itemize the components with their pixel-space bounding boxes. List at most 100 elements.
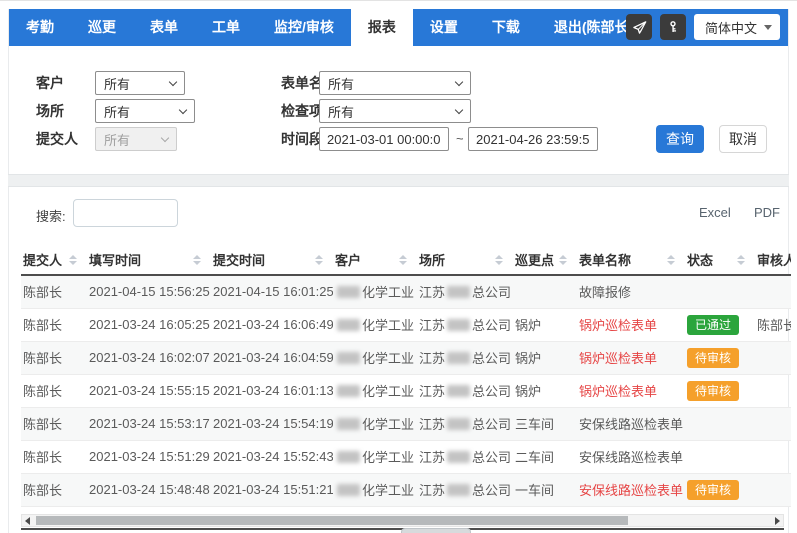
table-column-header[interactable]: 状态 — [685, 245, 755, 275]
query-button[interactable]: 查询 — [656, 125, 704, 153]
cell-patrol-point: 三车间 — [513, 407, 577, 440]
redacted-blur — [337, 385, 360, 397]
cancel-button[interactable]: 取消 — [719, 125, 767, 153]
nav-tab[interactable]: 巡更 — [71, 9, 133, 46]
site-select[interactable]: 所有 — [95, 99, 195, 123]
scroll-left-arrow-icon[interactable] — [25, 517, 30, 525]
table-body: 陈部长 2021-04-15 15:56:25 2021-04-15 16:01… — [21, 275, 791, 506]
status-badge: 待审核 — [687, 480, 739, 500]
table-column-header[interactable]: 巡更点 — [513, 245, 577, 275]
form-name-select[interactable]: 所有 — [319, 71, 471, 95]
customer-label: 客户 — [36, 71, 64, 95]
redacted-blur — [337, 451, 360, 463]
redacted-blur — [447, 352, 470, 364]
cell-submitter: 陈部长 — [21, 440, 87, 473]
nav-tab[interactable]: 报表 — [351, 9, 413, 46]
bottom-widget-stub — [401, 528, 471, 533]
nav-tab-label: 退出(陈部长) — [554, 19, 633, 35]
cell-form-name: 安保线路巡检表单 — [577, 407, 685, 440]
sort-icon[interactable] — [315, 255, 323, 265]
redacted-blur — [447, 484, 470, 496]
table-header-row: 提交人 填写时间 提交时间 客户 场所 巡更点 表单名称 — [21, 245, 791, 275]
sort-icon[interactable] — [399, 255, 407, 265]
nav-tab-label: 工单 — [212, 19, 240, 35]
table-row[interactable]: 陈部长 2021-03-24 15:51:29 2021-03-24 15:52… — [21, 440, 791, 473]
cell-submit-time: 2021-03-24 16:01:13 — [211, 374, 333, 407]
cell-patrol-point: 锅炉 — [513, 341, 577, 374]
table-column-header[interactable]: 客户 — [333, 245, 417, 275]
column-header-label: 场所 — [419, 250, 445, 269]
time-range-separator: ~ — [456, 127, 464, 151]
redacted-blur — [447, 286, 470, 298]
cell-submitter: 陈部长 — [21, 374, 87, 407]
cell-site: 江苏总公司 — [417, 275, 513, 308]
nav-tab[interactable]: 设置 — [413, 9, 475, 46]
cell-patrol-point: 锅炉 — [513, 374, 577, 407]
time-end-input[interactable] — [468, 127, 598, 151]
nav-tab[interactable]: 下载 — [475, 9, 537, 46]
table-column-header[interactable]: 提交人 — [21, 245, 87, 275]
table-row[interactable]: 陈部长 2021-03-24 16:02:07 2021-03-24 16:04… — [21, 341, 791, 374]
section-divider — [8, 174, 789, 187]
column-header-label: 填写时间 — [89, 250, 141, 269]
search-input[interactable] — [73, 199, 178, 227]
cell-status: 已通过 — [685, 308, 755, 341]
send-icon[interactable] — [626, 14, 652, 40]
cell-form-name: 锅炉巡检表单 — [577, 374, 685, 407]
nav-tab-label: 设置 — [430, 19, 458, 35]
export-excel-link[interactable]: Excel — [699, 205, 731, 220]
cell-form-name: 安保线路巡检表单 — [577, 440, 685, 473]
cell-fill-time: 2021-03-24 15:55:15 — [87, 374, 211, 407]
scroll-right-arrow-icon[interactable] — [775, 517, 780, 525]
customer-select[interactable]: 所有 — [95, 71, 185, 95]
horizontal-scrollbar[interactable] — [21, 514, 784, 527]
scrollbar-thumb[interactable] — [36, 516, 628, 525]
customer-select-value: 所有 — [104, 74, 130, 93]
sort-icon[interactable] — [69, 255, 77, 265]
nav-tab[interactable]: 表单 — [133, 9, 195, 46]
time-start-input[interactable] — [319, 127, 449, 151]
table-column-header[interactable]: 填写时间 — [87, 245, 211, 275]
language-select[interactable]: 简体中文 — [694, 14, 780, 40]
nav-tab[interactable]: 考勤 — [9, 9, 71, 46]
table-column-header[interactable]: 场所 — [417, 245, 513, 275]
site-select-value: 所有 — [104, 102, 130, 121]
cell-fill-time: 2021-03-24 15:53:17 — [87, 407, 211, 440]
filter-panel: 客户 所有 表单名称 所有 场所 所有 检查项 所有 提交人 所有 时间段 ~ … — [9, 46, 788, 174]
column-header-label: 提交时间 — [213, 250, 265, 269]
table-row[interactable]: 陈部长 2021-03-24 15:48:48 2021-03-24 15:51… — [21, 473, 791, 506]
table-column-header[interactable]: 审核人 — [755, 245, 791, 275]
cell-status: 待审核 — [685, 473, 755, 506]
nav-tab-label: 表单 — [150, 19, 178, 35]
sort-icon[interactable] — [559, 255, 567, 265]
sort-icon[interactable] — [495, 255, 503, 265]
sort-icon[interactable] — [667, 255, 675, 265]
cell-customer: 化学工业 — [333, 440, 417, 473]
cell-site: 江苏总公司 — [417, 440, 513, 473]
cell-reviewer — [755, 407, 791, 440]
table-row[interactable]: 陈部长 2021-03-24 15:55:15 2021-03-24 16:01… — [21, 374, 791, 407]
chevron-down-icon — [179, 106, 187, 114]
table-row[interactable]: 陈部长 2021-04-15 15:56:25 2021-04-15 16:01… — [21, 275, 791, 308]
table-column-header[interactable]: 表单名称 — [577, 245, 685, 275]
cell-submitter: 陈部长 — [21, 275, 87, 308]
nav-tab[interactable]: 监控/审核 — [257, 9, 351, 46]
cell-customer: 化学工业 — [333, 407, 417, 440]
cell-reviewer — [755, 473, 791, 506]
cell-reviewer: 陈部长 — [755, 308, 791, 341]
cell-status — [685, 407, 755, 440]
nav-tab[interactable]: 工单 — [195, 9, 257, 46]
check-item-select[interactable]: 所有 — [319, 99, 471, 123]
sort-icon[interactable] — [193, 255, 201, 265]
table-row[interactable]: 陈部长 2021-03-24 15:53:17 2021-03-24 15:54… — [21, 407, 791, 440]
cell-site: 江苏总公司 — [417, 374, 513, 407]
table-column-header[interactable]: 提交时间 — [211, 245, 333, 275]
redacted-blur — [337, 484, 360, 496]
export-pdf-link[interactable]: PDF — [754, 205, 780, 220]
nav-tab-label: 考勤 — [26, 19, 54, 35]
sort-icon[interactable] — [737, 255, 745, 265]
table-row[interactable]: 陈部长 2021-03-24 16:05:25 2021-03-24 16:06… — [21, 308, 791, 341]
column-header-label: 表单名称 — [579, 250, 631, 269]
key-icon[interactable] — [660, 14, 686, 40]
navbar-right-tools: 简体中文 — [626, 14, 780, 40]
